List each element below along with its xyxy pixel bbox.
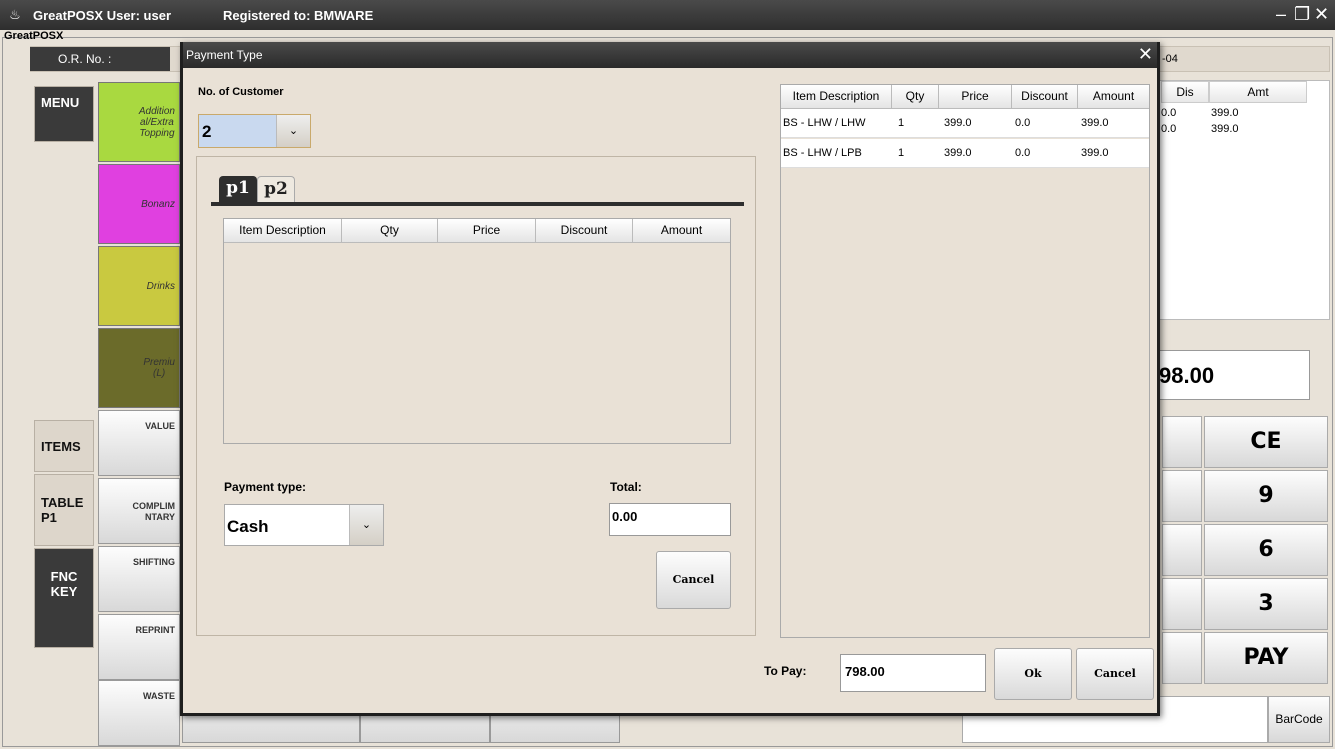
registration-label: Registered to: BMWARE bbox=[223, 7, 374, 23]
ok-button[interactable]: Ok bbox=[994, 648, 1072, 700]
cancel-button[interactable]: Cancel bbox=[1076, 648, 1154, 700]
col-qty[interactable]: Qty bbox=[342, 219, 438, 243]
to-pay-label: To Pay: bbox=[764, 664, 807, 678]
payment-type-select[interactable]: Cash ⌄ bbox=[224, 504, 384, 546]
customers-value: 2 bbox=[199, 115, 277, 147]
cell-description: BS - LHW / LPB bbox=[783, 147, 862, 159]
dialog-close-icon[interactable]: ✕ bbox=[1138, 44, 1153, 64]
customers-label: No. of Customer bbox=[198, 86, 284, 98]
table-row[interactable]: BS - LHW / LHW 1 399.0 0.0 399.0 bbox=[781, 109, 1149, 138]
keypad-key[interactable] bbox=[1162, 524, 1202, 576]
col-discount[interactable]: Discount bbox=[1012, 85, 1078, 109]
cell-qty: 1 bbox=[898, 117, 905, 129]
tab-p2[interactable]: p2 bbox=[257, 176, 295, 204]
order-col-amt: Amt bbox=[1209, 81, 1307, 103]
key-6[interactable]: 6 bbox=[1204, 524, 1328, 576]
col-price[interactable]: Price bbox=[939, 85, 1012, 109]
payment-type-dialog: Payment Type ✕ No. of Customer 2 ⌄ p1 p2… bbox=[180, 42, 1160, 716]
key-pay[interactable]: PAY bbox=[1204, 632, 1328, 684]
order-list[interactable]: Dis Amt 0.0 399.0 0.0 399.0 bbox=[1158, 80, 1330, 320]
key-3[interactable]: 3 bbox=[1204, 578, 1328, 630]
window-titlebar: ♨ GreatPOSX User: user Registered to: BM… bbox=[0, 0, 1335, 30]
complimentary-button[interactable]: COMPLIM NTARY bbox=[98, 478, 180, 544]
cell-discount: 0.0 bbox=[1015, 117, 1031, 129]
chevron-down-icon[interactable]: ⌄ bbox=[276, 115, 310, 147]
dialog-title: Payment Type bbox=[183, 42, 1157, 68]
col-item-description[interactable]: Item Description bbox=[224, 219, 342, 243]
value-button[interactable]: VALUE bbox=[98, 410, 180, 476]
order-items-table[interactable]: Item Description Qty Price Discount Amou… bbox=[780, 84, 1150, 638]
category-button-drinks[interactable]: Drinks bbox=[98, 246, 180, 326]
key-9[interactable]: 9 bbox=[1204, 470, 1328, 522]
order-col-dis: Dis bbox=[1161, 81, 1209, 103]
keypad-key[interactable] bbox=[1162, 470, 1202, 522]
category-button-premium[interactable]: Premiu (L) bbox=[98, 328, 180, 408]
window-title: GreatPOSX User: user bbox=[33, 7, 172, 23]
date-fragment: -04 bbox=[1162, 53, 1178, 65]
table-row[interactable]: BS - LHW / LPB 1 399.0 0.0 399.0 bbox=[781, 139, 1149, 168]
tab-items[interactable]: ITEMS bbox=[34, 420, 94, 472]
restore-icon[interactable]: ❐ bbox=[1294, 5, 1310, 23]
cell-qty: 1 bbox=[898, 147, 905, 159]
order-total: 98.00 bbox=[1158, 350, 1310, 400]
customer-items-table[interactable]: Item Description Qty Price Discount Amou… bbox=[223, 218, 731, 444]
cell-amount: 399.0 bbox=[1081, 147, 1109, 159]
total-field[interactable]: 0.00 bbox=[609, 503, 731, 536]
tab-fnc-key[interactable]: FNC KEY bbox=[34, 548, 94, 648]
reprint-button[interactable]: REPRINT bbox=[98, 614, 180, 680]
col-price[interactable]: Price bbox=[438, 219, 536, 243]
payment-type-label: Payment type: bbox=[224, 480, 307, 494]
total-label: Total: bbox=[610, 480, 642, 494]
cell-description: BS - LHW / LHW bbox=[783, 117, 866, 129]
group-label: GreatPOSX bbox=[4, 30, 64, 42]
category-button-bonanza[interactable]: Bonanz bbox=[98, 164, 180, 244]
keypad-key[interactable] bbox=[1162, 632, 1202, 684]
keypad-key[interactable] bbox=[1162, 578, 1202, 630]
col-discount[interactable]: Discount bbox=[536, 219, 633, 243]
tab-table[interactable]: TABLE P1 bbox=[34, 474, 94, 546]
order-cell: 399.0 bbox=[1211, 107, 1239, 119]
cell-price: 399.0 bbox=[944, 117, 972, 129]
category-button-additional[interactable]: Addition al/Extra Topping bbox=[98, 82, 180, 162]
to-pay-field[interactable]: 798.00 bbox=[840, 654, 986, 692]
tab-underline bbox=[211, 202, 744, 206]
or-number-label: O.R. No. : bbox=[30, 47, 170, 71]
shifting-button[interactable]: SHIFTING bbox=[98, 546, 180, 612]
close-icon[interactable]: ✕ bbox=[1314, 5, 1329, 23]
col-amount[interactable]: Amount bbox=[1078, 85, 1149, 109]
order-cell: 0.0 bbox=[1161, 123, 1177, 135]
col-item-description[interactable]: Item Description bbox=[781, 85, 892, 109]
tab-p1[interactable]: p1 bbox=[219, 176, 257, 204]
barcode-button[interactable]: BarCode bbox=[1268, 696, 1330, 743]
waste-button[interactable]: WASTE bbox=[98, 680, 180, 746]
col-amount[interactable]: Amount bbox=[633, 219, 730, 243]
customer-cancel-button[interactable]: Cancel bbox=[656, 551, 731, 609]
cell-amount: 399.0 bbox=[1081, 117, 1109, 129]
customers-select[interactable]: 2 ⌄ bbox=[198, 114, 311, 148]
keypad-key[interactable] bbox=[1162, 416, 1202, 468]
cell-price: 399.0 bbox=[944, 147, 972, 159]
app-icon: ♨ bbox=[9, 7, 21, 22]
minimize-icon[interactable]: – bbox=[1276, 5, 1286, 23]
tab-menu[interactable]: MENU bbox=[34, 86, 94, 142]
chevron-down-icon[interactable]: ⌄ bbox=[349, 505, 383, 545]
key-ce[interactable]: CE bbox=[1204, 416, 1328, 468]
cell-discount: 0.0 bbox=[1015, 147, 1031, 159]
order-cell: 0.0 bbox=[1161, 107, 1177, 119]
payment-type-value: Cash bbox=[227, 517, 269, 536]
order-cell: 399.0 bbox=[1211, 123, 1239, 135]
col-qty[interactable]: Qty bbox=[892, 85, 939, 109]
